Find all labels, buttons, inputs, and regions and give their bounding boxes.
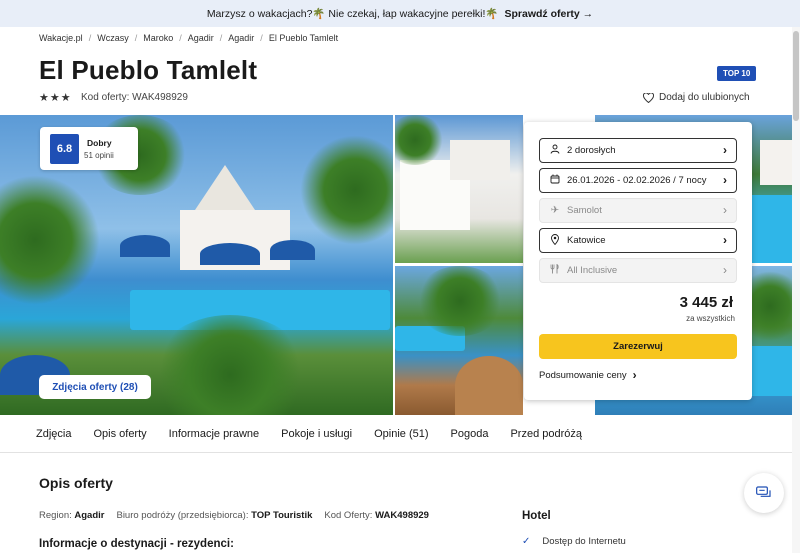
calendar-icon <box>549 174 561 187</box>
breadcrumb: Wakacje.pl / Wczasy / Maroko / Agadir / … <box>39 33 338 43</box>
board-selector[interactable]: All Inclusive › <box>539 258 737 283</box>
location-pin-icon <box>549 233 561 248</box>
offer-code: Kod oferty: WAK498929 <box>81 92 188 103</box>
departure-selector[interactable]: Katowice › <box>539 228 737 253</box>
rating-score: 6.8 <box>50 134 79 164</box>
section-tabs: Zdjęcia Opis oferty Informacje prawne Po… <box>0 415 800 453</box>
gallery-photo[interactable] <box>395 115 523 263</box>
amenity-label: Dostęp do Internetu <box>542 536 626 547</box>
chevron-right-icon: › <box>723 173 727 187</box>
region-info: Region: Agadir <box>39 510 104 521</box>
chevron-right-icon: › <box>723 233 727 247</box>
section-heading: Opis oferty <box>39 475 113 491</box>
chevron-right-icon: › <box>723 143 727 157</box>
board-value: All Inclusive <box>567 265 618 276</box>
breadcrumb-item[interactable]: Wakacje.pl <box>39 33 83 43</box>
umbrella-shape <box>120 235 170 257</box>
breadcrumb-separator: / <box>88 33 92 43</box>
scrollbar-thumb[interactable] <box>793 31 799 121</box>
rock-wall-shape <box>455 356 523 415</box>
building-shape <box>450 140 510 180</box>
price-note: za wszystkich <box>686 314 735 323</box>
booking-panel: 2 dorosłych › 26.01.2026 - 02.02.2026 / … <box>524 122 752 400</box>
destination-heading: Informacje o destynacji - rezydenci: <box>39 538 234 550</box>
top10-badge: TOP 10 <box>717 66 757 81</box>
departure-value: Katowice <box>567 235 606 246</box>
palm-shape <box>150 315 310 415</box>
price-summary-link[interactable]: Podsumowanie ceny › <box>539 368 637 382</box>
amenity-item: ✓ Dostęp do Internetu <box>522 536 626 547</box>
transport-value: Samolot <box>567 205 602 216</box>
promo-message: Marzysz o wakacjach?🌴 Nie czekaj, łap wa… <box>206 8 499 20</box>
rating-label: Dobry <box>87 138 112 148</box>
breadcrumb-item[interactable]: Agadir <box>188 33 214 43</box>
tab-before-trip[interactable]: Przed podróżą <box>510 428 582 440</box>
palm-shape <box>415 266 505 336</box>
dates-value: 26.01.2026 - 02.02.2026 / 7 nocy <box>567 175 707 186</box>
plane-icon: ✈ <box>550 205 560 216</box>
star-rating-icon: ★★★ <box>39 92 72 104</box>
page-title: El Pueblo Tamlelt <box>39 55 258 85</box>
palm-shape <box>0 175 100 305</box>
operator-value: TOP Touristik <box>251 510 313 521</box>
chat-icon <box>756 486 771 497</box>
chat-button[interactable] <box>744 473 784 513</box>
scrollbar[interactable] <box>792 27 800 553</box>
breadcrumb-item[interactable]: Wczasy <box>97 33 129 43</box>
breadcrumb-separator: / <box>260 33 263 43</box>
breadcrumb-separator: / <box>134 33 138 43</box>
tab-photos[interactable]: Zdjęcia <box>36 428 71 440</box>
heart-icon <box>643 92 654 103</box>
favorite-label: Dodaj do ulubionych <box>659 92 750 103</box>
tab-description[interactable]: Opis oferty <box>93 428 146 440</box>
breadcrumb-item[interactable]: Maroko <box>143 33 173 43</box>
rating-count: 51 opinii <box>84 151 114 160</box>
chevron-right-icon: › <box>723 263 727 277</box>
palm-shape <box>395 115 445 165</box>
check-icon: ✓ <box>522 536 531 547</box>
book-button[interactable]: Zarezerwuj <box>539 334 737 359</box>
code-info: Kod Oferty: WAK498929 <box>324 510 429 521</box>
tab-legal[interactable]: Informacje prawne <box>169 428 260 440</box>
tab-weather[interactable]: Pogoda <box>451 428 489 440</box>
price-summary-label: Podsumowanie ceny <box>539 369 627 381</box>
chevron-right-icon: › <box>723 203 727 217</box>
travelers-value: 2 dorosłych <box>567 145 616 156</box>
breadcrumb-separator: / <box>219 33 223 43</box>
person-icon <box>549 144 561 157</box>
region-value: Agadir <box>74 510 105 521</box>
umbrella-shape <box>270 240 315 260</box>
operator-label: Biuro podróży (przedsiębiorca): <box>116 510 249 521</box>
tab-reviews[interactable]: Opinie (51) <box>374 428 428 440</box>
region-label: Region: <box>39 510 72 521</box>
promo-banner[interactable]: Marzysz o wakacjach?🌴 Nie czekaj, łap wa… <box>0 0 800 27</box>
travelers-selector[interactable]: 2 dorosłych › <box>539 138 737 163</box>
tab-rooms[interactable]: Pokoje i usługi <box>281 428 352 440</box>
umbrella-shape <box>200 243 260 265</box>
promo-cta-link[interactable]: Sprawdź oferty → <box>505 8 594 20</box>
roof-shape <box>195 165 255 210</box>
photos-button[interactable]: Zdjęcia oferty (28) <box>39 375 151 399</box>
operator-info: Biuro podróży (przedsiębiorca): TOP Tour… <box>116 510 312 521</box>
breadcrumb-item[interactable]: Agadir <box>228 33 254 43</box>
palm-shape <box>300 135 393 245</box>
offer-meta: Region: Agadir Biuro podróży (przedsiębi… <box>39 510 429 521</box>
cutlery-icon <box>549 263 561 277</box>
chevron-right-icon: › <box>632 368 637 382</box>
code-value: WAK498929 <box>375 510 429 521</box>
transport-selector[interactable]: ✈ Samolot › <box>539 198 737 223</box>
add-to-favorites-button[interactable]: Dodaj do ulubionych <box>643 92 750 103</box>
gallery-photo[interactable] <box>395 266 523 415</box>
breadcrumb-current: El Pueblo Tamlelt <box>268 33 339 43</box>
code-label: Kod Oferty: <box>324 510 373 521</box>
dates-selector[interactable]: 26.01.2026 - 02.02.2026 / 7 nocy › <box>539 168 737 193</box>
offer-description-section: Opis oferty Region: Agadir Biuro podróży… <box>0 454 800 553</box>
hotel-heading: Hotel <box>522 510 551 522</box>
total-price: 3 445 zł <box>679 294 733 311</box>
breadcrumb-separator: / <box>179 33 182 43</box>
rating-card[interactable]: 6.8 Dobry 51 opinii <box>40 127 138 170</box>
